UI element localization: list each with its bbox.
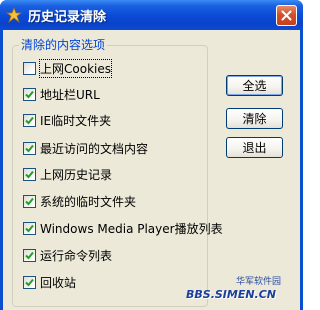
window-title: 历史记录清除 (28, 10, 107, 25)
app-icon (5, 6, 23, 24)
watermark-logo: 华军软件园 BBS.SIMEN.CN (186, 277, 303, 310)
option-checkbox[interactable] (23, 221, 36, 235)
checkmark-icon (25, 197, 34, 205)
option-row[interactable]: IE临时文件夹 (23, 112, 111, 128)
option-label: Windows Media Player播放列表 (40, 221, 223, 236)
option-row[interactable]: 系统的临时文件夹 (23, 193, 136, 209)
option-label: 运行命令列表 (40, 248, 113, 263)
dialog-window: 历史记录清除 清除的内容选项 上网Cookies 地址栏URL IE临时文件夹最近访… (0, 0, 303, 310)
option-checkbox[interactable] (23, 87, 36, 101)
checkmark-icon (25, 144, 34, 152)
option-checkbox[interactable] (23, 113, 36, 127)
option-checkbox[interactable] (23, 61, 36, 75)
checkmark-icon (25, 278, 34, 286)
option-row[interactable]: 上网Cookies (23, 58, 112, 78)
option-label: 上网Cookies (39, 58, 112, 78)
option-label: 系统的临时文件夹 (40, 194, 137, 209)
option-checkbox[interactable] (23, 141, 36, 155)
option-label: 最近访问的文档内容 (40, 141, 149, 156)
option-label: IE临时文件夹 (40, 113, 112, 128)
exit-button[interactable]: 退出 (226, 137, 283, 158)
close-button[interactable] (276, 5, 297, 26)
checkmark-icon (25, 90, 34, 98)
select-all-button[interactable]: 全选 (226, 75, 283, 96)
watermark-text: BBS.SIMEN.CN (186, 288, 277, 301)
option-row[interactable]: 最近访问的文档内容 (23, 140, 148, 156)
watermark-top-text: 华军软件园 (236, 277, 282, 287)
option-checkbox[interactable] (23, 275, 36, 289)
option-label: 回收站 (40, 275, 77, 290)
option-label: 上网历史记录 (40, 167, 113, 182)
checkmark-icon (25, 251, 34, 259)
option-label: 地址栏URL (40, 87, 100, 102)
checkmark-icon (25, 116, 34, 124)
option-row[interactable]: 运行命令列表 (23, 247, 112, 263)
checkmark-icon (25, 224, 34, 232)
checkmark-icon (25, 170, 34, 178)
dialog-body: 清除的内容选项 上网Cookies 地址栏URL IE临时文件夹最近访问的文档内容上… (3, 30, 300, 310)
title-bar[interactable]: 历史记录清除 (0, 0, 303, 30)
option-checkbox[interactable] (23, 194, 36, 208)
close-icon (281, 10, 292, 21)
clear-button[interactable]: 清除 (226, 108, 283, 129)
group-title: 清除的内容选项 (19, 36, 108, 53)
option-row[interactable]: 回收站 (23, 274, 76, 290)
option-row[interactable]: Windows Media Player播放列表 (23, 220, 223, 236)
option-checkbox[interactable] (23, 248, 36, 262)
option-row[interactable]: 地址栏URL (23, 86, 100, 102)
option-checkbox[interactable] (23, 167, 36, 181)
option-row[interactable]: 上网历史记录 (23, 166, 112, 182)
